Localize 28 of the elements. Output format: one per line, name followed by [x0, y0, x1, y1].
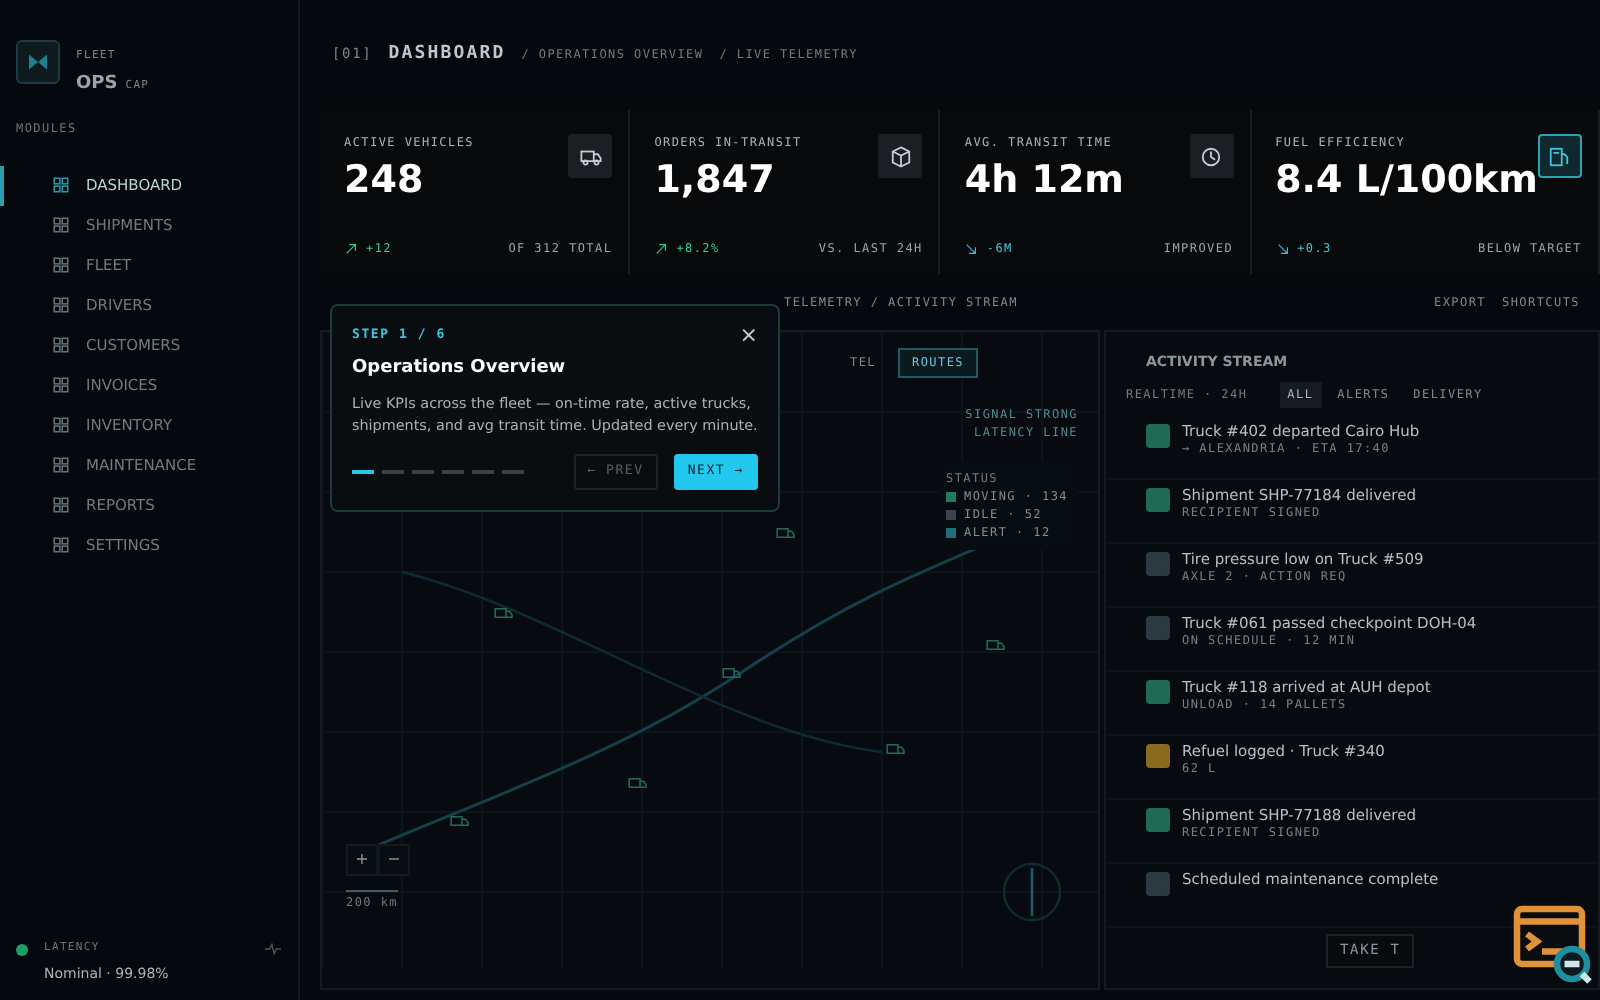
module-icon	[52, 216, 70, 234]
module-icon	[52, 416, 70, 434]
kpi-value: 1,847	[654, 162, 777, 200]
zoom-button[interactable]: −	[378, 844, 410, 876]
box-icon	[889, 145, 912, 167]
kpi-value: 8.4 L/100km	[1275, 162, 1538, 200]
module-icon	[52, 336, 70, 354]
module-icon	[52, 176, 70, 194]
terminal-window-icon	[1512, 904, 1592, 984]
module-icon	[52, 496, 70, 514]
kpi-value: 4h 12m	[964, 162, 1124, 200]
pulse-icon	[264, 940, 282, 959]
page-title: DASHBOARD	[388, 41, 506, 68]
fuel-pump-icon	[1548, 145, 1571, 167]
module-icon	[52, 296, 70, 314]
close-button[interactable]: ×	[739, 324, 758, 346]
clock-icon	[1200, 145, 1223, 167]
kpi-value: 248	[344, 162, 426, 200]
module-icon	[52, 376, 70, 394]
module-icon	[52, 536, 70, 554]
truck-icon	[579, 145, 602, 167]
tour-title: Operations Overview	[352, 356, 568, 382]
module-icon	[52, 256, 70, 274]
zoom-button[interactable]: +	[346, 844, 378, 876]
brand-name: OPS	[76, 72, 118, 98]
status-dot	[16, 943, 28, 956]
module-icon	[52, 456, 70, 474]
logo-mark	[16, 39, 60, 84]
